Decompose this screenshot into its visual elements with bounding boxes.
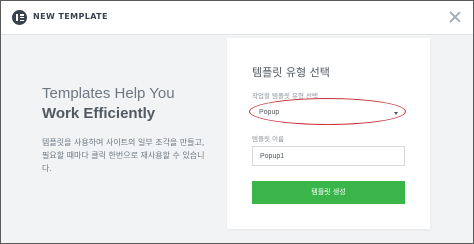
- intro-line-1: Templates Help You: [42, 85, 175, 102]
- new-template-dialog: NEW TEMPLATE Templates Help You Work Eff…: [0, 0, 474, 244]
- close-icon[interactable]: [448, 10, 462, 24]
- template-type-select[interactable]: Popup: [249, 98, 406, 125]
- intro-description: 템플릿을 사용하여 사이트의 일부 조각을 만들고, 필요할 때마다 클릭 한번…: [42, 138, 205, 173]
- dialog-header: NEW TEMPLATE: [1, 1, 473, 35]
- dialog-title: NEW TEMPLATE: [33, 12, 108, 21]
- intro-headline: Templates Help You Work Efficiently: [42, 84, 175, 124]
- elementor-logo-icon: [12, 10, 27, 25]
- form-title: 템플릿 유형 선택: [252, 66, 330, 79]
- create-template-button[interactable]: 템플릿 생성: [252, 181, 405, 204]
- template-name-label: 템플릿 이름: [252, 135, 284, 143]
- highlight-annotation: [249, 98, 406, 125]
- template-form: 템플릿 유형 선택 작업할 템플릿 유형 선택 Popup 템플릿 이름 템플릿…: [227, 38, 430, 229]
- template-name-input[interactable]: [252, 146, 405, 166]
- intro-line-2: Work Efficiently: [42, 105, 156, 122]
